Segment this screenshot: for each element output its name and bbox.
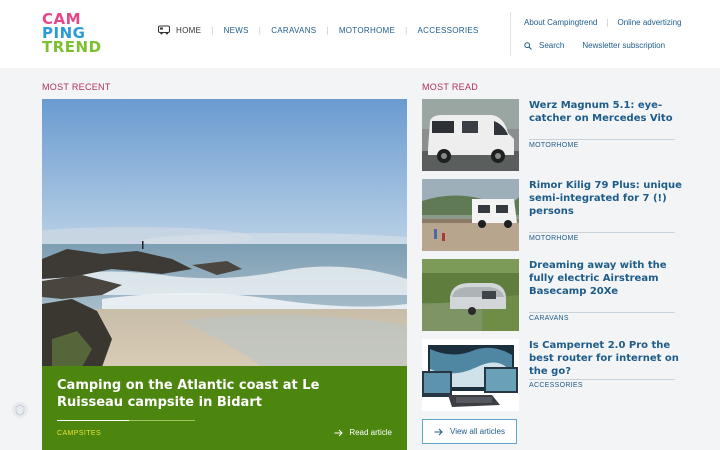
hero-divider <box>57 420 129 421</box>
article-divider <box>529 139 675 140</box>
search-link[interactable]: Search <box>539 41 564 50</box>
utility-separator: | <box>606 18 609 27</box>
article-category[interactable]: MOTORHOME <box>529 235 579 242</box>
article-category[interactable]: ACCESSORIES <box>529 382 583 389</box>
about-link[interactable]: About Campingtrend <box>524 18 597 27</box>
view-all-label: View all articles <box>450 427 505 436</box>
header-divider <box>510 12 511 56</box>
most-read-heading: MOST READ <box>422 82 479 92</box>
read-article-link[interactable]: Read article <box>334 428 392 437</box>
article-category[interactable]: CARAVANS <box>529 315 569 322</box>
hero-category[interactable]: CAMPSITES <box>57 430 101 437</box>
nav-separator: | <box>211 25 214 35</box>
read-article-label: Read article <box>349 428 392 437</box>
site-header: CAM PING TREND HOME | NEWS | CARAVANS | … <box>0 0 720 68</box>
article-category[interactable]: MOTORHOME <box>529 142 579 149</box>
arrow-right-icon <box>434 428 443 435</box>
view-all-articles-button[interactable]: View all articles <box>422 419 517 444</box>
main-nav: HOME | NEWS | CARAVANS | MOTORHOME | ACC… <box>158 23 479 37</box>
nav-motorhome[interactable]: MOTORHOME <box>339 26 395 35</box>
newsletter-link[interactable]: Newsletter subscription <box>582 41 665 50</box>
hero-article[interactable]: Camping on the Atlantic coast at Le Ruis… <box>42 99 407 450</box>
article-title[interactable]: Werz Magnum 5.1: eye-catcher on Mercedes… <box>529 99 684 125</box>
nav-separator: | <box>405 25 408 35</box>
nav-separator: | <box>258 25 262 35</box>
most-read-item[interactable]: Werz Magnum 5.1: eye-catcher on Mercedes… <box>422 99 682 171</box>
utility-links-bottom: Search Newsletter subscription <box>524 41 665 50</box>
search-icon[interactable] <box>524 41 532 50</box>
shield-icon <box>15 404 25 416</box>
most-read-item[interactable]: Is Campernet 2.0 Pro the best router for… <box>422 339 682 411</box>
nav-caravans[interactable]: CARAVANS <box>271 26 316 35</box>
most-read-item[interactable]: Rimor Kilig 79 Plus: unique semi-integra… <box>422 179 682 251</box>
nav-separator: | <box>326 25 329 35</box>
beach-photo <box>42 99 407 367</box>
article-divider <box>529 312 675 313</box>
article-title[interactable]: Rimor Kilig 79 Plus: unique semi-integra… <box>529 179 684 218</box>
nav-accessories[interactable]: ACCESSORIES <box>418 26 479 35</box>
article-title[interactable]: Dreaming away with the fully electric Ai… <box>529 259 684 298</box>
campingtrend-logo[interactable]: CAM PING TREND <box>42 12 114 58</box>
camper-icon <box>158 25 170 35</box>
accessibility-widget[interactable] <box>12 402 28 418</box>
hero-title[interactable]: Camping on the Atlantic coast at Le Ruis… <box>57 377 377 411</box>
hero-divider-accent <box>129 420 195 421</box>
article-divider <box>529 379 675 380</box>
nav-news[interactable]: NEWS <box>224 26 249 35</box>
utility-links-top: About Campingtrend | Online advertizing <box>524 18 682 27</box>
article-thumbnail <box>422 99 519 171</box>
article-thumbnail <box>422 339 519 411</box>
article-thumbnail <box>422 259 519 331</box>
most-recent-heading: MOST RECENT <box>42 82 111 92</box>
hero-caption: Camping on the Atlantic coast at Le Ruis… <box>42 366 407 450</box>
article-divider <box>529 232 675 233</box>
nav-home[interactable]: HOME <box>176 26 201 35</box>
advertising-link[interactable]: Online advertizing <box>617 18 681 27</box>
article-title[interactable]: Is Campernet 2.0 Pro the best router for… <box>529 339 684 378</box>
most-read-item[interactable]: Dreaming away with the fully electric Ai… <box>422 259 682 331</box>
logo-line-3: TREND <box>42 38 102 56</box>
arrow-right-icon <box>334 429 344 436</box>
article-thumbnail <box>422 179 519 251</box>
